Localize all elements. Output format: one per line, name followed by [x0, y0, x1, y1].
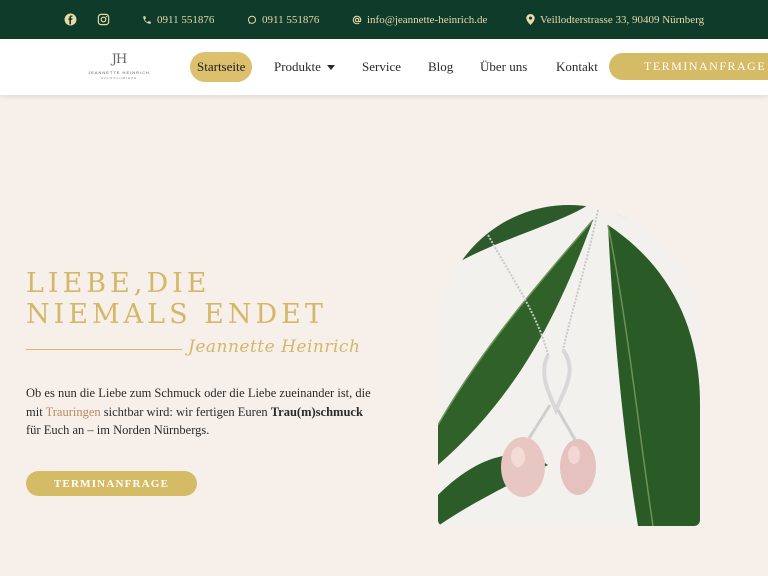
nav-item-produkte-label: Produkte: [274, 59, 321, 74]
signature-script: Jeannette Heinrich: [188, 337, 361, 357]
logo-monogram: JH: [111, 52, 128, 67]
logo[interactable]: JH JEANNETTE HEINRICH GOLDSCHMIEDE: [88, 53, 150, 81]
gold-divider: [26, 349, 182, 350]
phone-icon: [142, 15, 152, 25]
nav-item-service[interactable]: Service: [362, 52, 401, 82]
terminanfrage-hero-button[interactable]: TERMINANFRAGE: [26, 471, 197, 496]
instagram-icon: [97, 13, 110, 26]
address-text: Veillodterstrasse 33, 90409 Nürnberg: [540, 13, 705, 26]
facebook-link[interactable]: [64, 0, 77, 39]
whatsapp-number: 0911 551876: [262, 13, 320, 26]
instagram-link[interactable]: [97, 0, 110, 39]
map-pin-icon: [526, 14, 535, 25]
hero-headline: Liebe,die niemals endet: [26, 268, 327, 330]
hero-headline-line-2: niemals endet: [26, 299, 327, 330]
nav-item-produkte[interactable]: Produkte: [274, 52, 335, 82]
logo-name: JEANNETTE HEINRICH: [88, 70, 150, 75]
hero-paragraph-part-2: sichtbar wird: wir fertigen Euren: [100, 404, 271, 419]
pendant-leaves-illustration: [438, 205, 700, 526]
hero-paragraph-part-3: für Euch an – im Norden Nürnbergs.: [26, 423, 210, 437]
hero-paragraph: Ob es nun die Liebe zum Schmuck oder die…: [26, 384, 371, 440]
hero-paragraph-bold: Trau(m)schmuck: [270, 404, 363, 419]
facebook-icon: [64, 13, 77, 26]
address-link[interactable]: Veillodterstrasse 33, 90409 Nürnberg: [526, 0, 704, 39]
logo-subtitle: GOLDSCHMIEDE: [100, 76, 138, 80]
nav-item-ueber-uns[interactable]: Über uns: [480, 52, 527, 82]
email-link[interactable]: info@jeannette-heinrich.de: [352, 0, 487, 39]
hero-pendant-image: [438, 205, 700, 526]
terminanfrage-header-button[interactable]: TERMINANFRAGE: [609, 53, 768, 80]
nav-item-startseite[interactable]: Startseite: [190, 52, 253, 82]
chevron-down-icon: [326, 64, 335, 70]
nav-item-kontakt[interactable]: Kontakt: [556, 52, 598, 82]
top-contact-bar: 0911 551876 0911 551876 info@jeannette-h…: [0, 0, 768, 39]
phone-number: 0911 551876: [157, 13, 215, 26]
nav-item-blog[interactable]: Blog: [428, 52, 453, 82]
trauringe-link[interactable]: Trauringen: [46, 405, 101, 419]
email-address: info@jeannette-heinrich.de: [367, 13, 488, 26]
at-icon: [352, 15, 362, 25]
phone-link[interactable]: 0911 551876: [142, 0, 214, 39]
whatsapp-icon: [247, 15, 257, 25]
hero-headline-line-1: Liebe,die: [26, 268, 211, 299]
whatsapp-link[interactable]: 0911 551876: [247, 0, 319, 39]
